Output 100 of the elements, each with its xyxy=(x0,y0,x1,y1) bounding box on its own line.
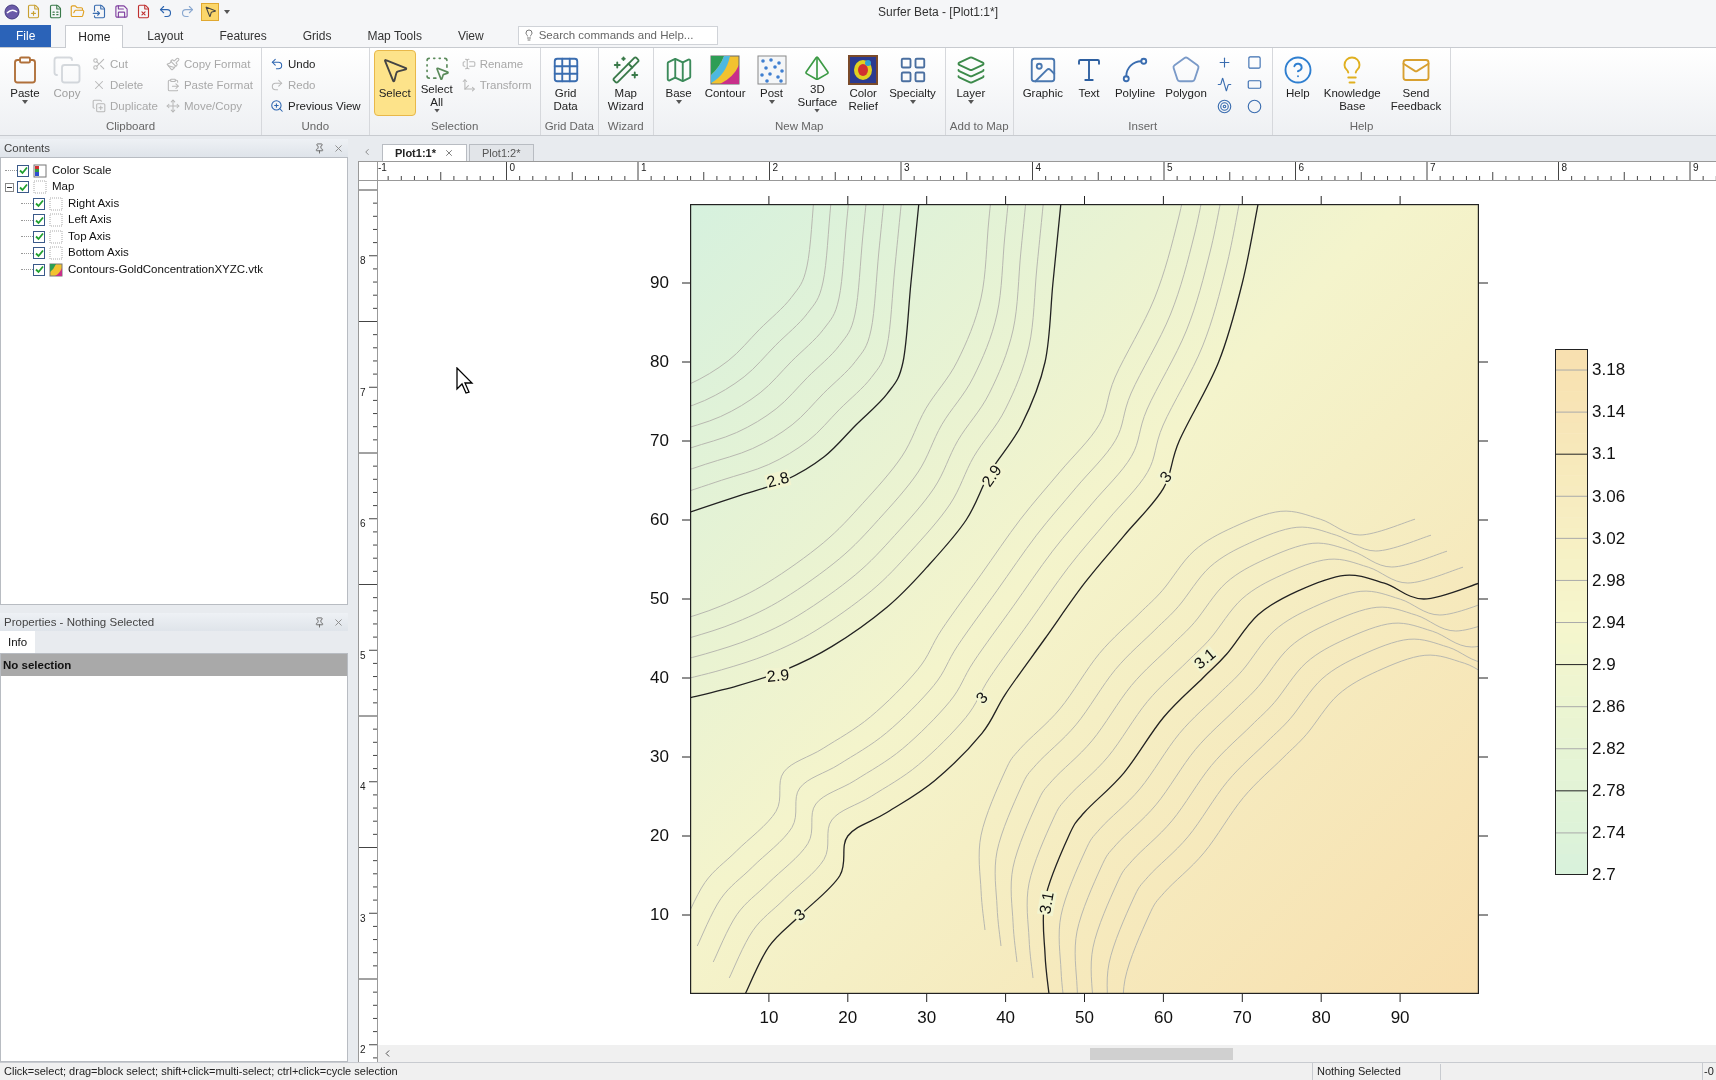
checkbox[interactable] xyxy=(33,214,45,226)
toolbar-button[interactable] xyxy=(135,3,152,21)
ribbon-button[interactable]: Polyline xyxy=(1109,49,1161,116)
color-scale-label: 2.98 xyxy=(1592,571,1626,590)
color-scale-label: 3.14 xyxy=(1592,403,1626,422)
ribbon-tab[interactable]: Layout xyxy=(135,24,196,47)
ribbon-tab[interactable]: Home xyxy=(65,24,124,48)
axis-tick-label: 20 xyxy=(838,1009,858,1028)
axis-tick-label: 90 xyxy=(650,274,669,293)
document-tab[interactable]: Plot1:1* xyxy=(382,144,467,162)
pointer-icon xyxy=(203,5,217,19)
tree-item[interactable]: Bottom Axis xyxy=(68,244,129,262)
ribbon-button[interactable]: Color Relief xyxy=(842,49,885,116)
axis-tick-label: 60 xyxy=(650,511,669,530)
ribbon-button[interactable]: Graphic xyxy=(1017,49,1068,116)
toolbar-button[interactable] xyxy=(91,3,108,21)
pin-icon[interactable] xyxy=(314,142,325,154)
ribbon-button[interactable]: Knowledge Base xyxy=(1318,49,1386,116)
ribbon-button[interactable]: Post xyxy=(750,49,793,116)
contour-map-icon xyxy=(710,54,741,85)
status-hint: Click=select; drag=block select; shift+click=multi-select; ctrl+click=cycle selection xyxy=(3,1064,399,1080)
ribbon-tab[interactable]: Features xyxy=(207,24,279,47)
shape-tool-button[interactable] xyxy=(1215,75,1234,94)
tree-item[interactable]: Color Scale xyxy=(52,161,112,180)
ribbon-button[interactable]: Layer xyxy=(949,49,992,116)
ribbon-button[interactable]: Map Wizard xyxy=(602,49,649,116)
toolbar-button[interactable] xyxy=(201,2,219,21)
ribbon-button[interactable]: Grid Data xyxy=(544,49,587,116)
shape-tool-button[interactable] xyxy=(1215,97,1234,116)
status-coordinate: -0 xyxy=(1702,1063,1716,1080)
tree-item[interactable]: Map xyxy=(52,178,75,196)
expander-icon[interactable] xyxy=(5,182,14,192)
close-icon[interactable] xyxy=(333,142,344,154)
checkbox[interactable] xyxy=(17,181,29,193)
panel-title: Properties - Nothing Selected xyxy=(4,614,155,630)
ruler-label: 6 xyxy=(1298,163,1305,174)
ruler-label: 1 xyxy=(641,163,647,174)
color-relief-icon xyxy=(848,54,879,85)
ribbon-group-label: Undo xyxy=(300,119,331,135)
ribbon-button[interactable]: Contour xyxy=(699,49,751,116)
document-tab[interactable]: Plot1:2* xyxy=(468,144,534,162)
ribbon-small-icon xyxy=(92,99,106,114)
panel-tab[interactable]: Info xyxy=(0,631,36,654)
close-icon[interactable] xyxy=(333,616,344,628)
color-scale-label: 2.9 xyxy=(1592,655,1616,674)
ribbon-icon xyxy=(610,54,641,85)
app-logo-icon xyxy=(4,3,20,20)
shape-icon xyxy=(1217,55,1233,71)
shape-tool-button[interactable] xyxy=(1245,53,1264,72)
ribbon-button[interactable]: Text xyxy=(1067,49,1110,116)
ruler-label: 4 xyxy=(1035,163,1042,174)
ribbon-button[interactable]: Specialty xyxy=(884,49,941,116)
ruler-label: 7 xyxy=(360,387,366,398)
ribbon-icon xyxy=(52,54,82,85)
ribbon-button[interactable]: Help xyxy=(1276,49,1319,116)
axis-tick-label: 10 xyxy=(759,1009,779,1028)
axis-tick-label: 20 xyxy=(650,827,669,846)
checkbox[interactable] xyxy=(33,197,45,210)
ribbon-small-button[interactable]: Previous View xyxy=(266,95,365,117)
frame-icon xyxy=(49,196,63,211)
ribbon-button[interactable]: Select All xyxy=(415,49,458,116)
tree-item[interactable]: Contours-GoldConcentrationXYZC.vtk xyxy=(68,260,263,279)
ruler-label: 6 xyxy=(360,519,366,530)
ribbon-group-label: Add to Map xyxy=(949,119,1009,135)
ribbon-tab[interactable]: Map Tools xyxy=(355,24,434,47)
ribbon-button[interactable]: Base xyxy=(657,49,700,116)
ribbon-tab[interactable]: Grids xyxy=(290,24,344,47)
horizontal-scrollbar[interactable] xyxy=(378,1045,1716,1063)
ribbon-small-icon xyxy=(165,57,180,72)
tree-item[interactable]: Left Axis xyxy=(68,211,112,229)
toolbar-icon xyxy=(70,4,85,20)
color-scale-label: 2.78 xyxy=(1592,782,1626,801)
search-field[interactable]: Search commands and Help... xyxy=(517,25,718,45)
ribbon-button[interactable]: Select xyxy=(373,49,416,116)
ribbon-icon xyxy=(1171,54,1201,85)
shape-tool-button[interactable] xyxy=(1245,97,1264,116)
tree-item[interactable]: Top Axis xyxy=(68,227,111,246)
ribbon-tab[interactable]: View xyxy=(445,24,496,47)
ribbon-small-button[interactable]: Undo xyxy=(266,53,365,75)
pin-icon[interactable] xyxy=(314,616,325,628)
checkbox[interactable] xyxy=(33,247,45,259)
color-scale-label: 3.06 xyxy=(1592,487,1626,506)
ribbon-button[interactable]: Send Feedback xyxy=(1385,49,1447,116)
checkbox[interactable] xyxy=(33,230,45,243)
checkbox[interactable] xyxy=(33,263,45,276)
ribbon-button[interactable]: Paste xyxy=(4,49,46,116)
scrollbar-thumb[interactable] xyxy=(1090,1047,1233,1060)
ribbon-button[interactable]: 3D Surface xyxy=(792,49,843,116)
toolbar-icon xyxy=(92,4,107,20)
ribbon-small-icon xyxy=(92,57,106,72)
close-icon[interactable] xyxy=(443,148,454,159)
checkbox[interactable] xyxy=(17,164,29,177)
ribbon-button[interactable]: Polygon xyxy=(1160,49,1212,116)
toolbar-button[interactable] xyxy=(113,3,130,21)
ribbon-group-label: Insert xyxy=(1127,119,1159,135)
ribbon-group-label: New Map xyxy=(773,119,825,135)
toolbar-icon xyxy=(114,4,129,20)
file-tab[interactable]: File xyxy=(0,24,52,47)
toolbar-button[interactable] xyxy=(47,3,64,21)
tree-item[interactable]: Right Axis xyxy=(68,194,120,213)
